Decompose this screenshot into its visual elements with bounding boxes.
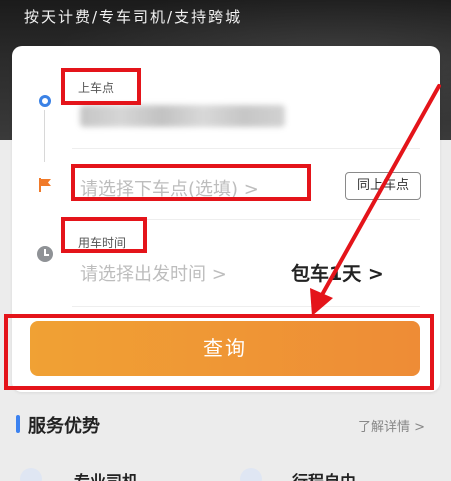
annotation-arrow — [310, 84, 441, 316]
